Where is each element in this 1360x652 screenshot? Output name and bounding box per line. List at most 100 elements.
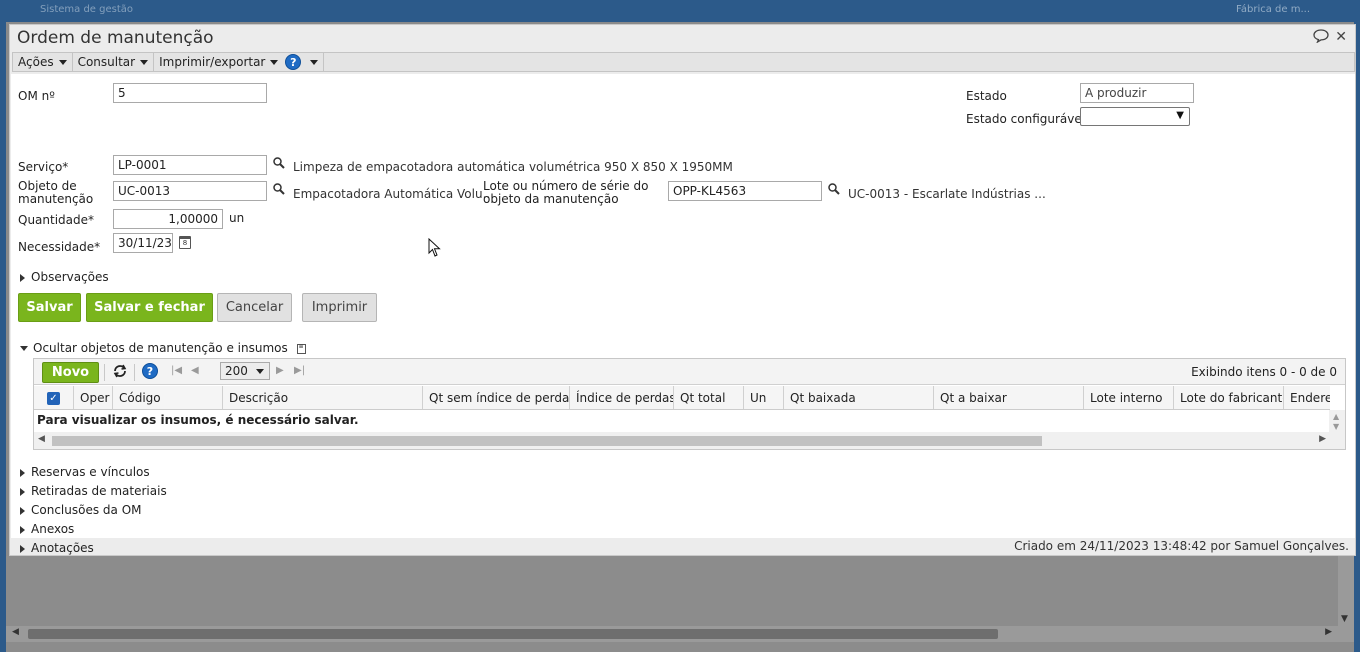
chevron-down-icon — [270, 59, 279, 65]
column-header[interactable]: Qt a baixar — [934, 386, 1084, 409]
previous-page-icon[interactable]: ◀ — [191, 365, 199, 376]
menu-actions[interactable]: Ações — [13, 53, 73, 71]
form-content: OM nº 5 Estado A produzir Estado configu… — [11, 74, 1355, 555]
scroll-down-arrow-icon[interactable]: ▼ — [1333, 422, 1339, 431]
column-header[interactable]: Oper — [74, 386, 113, 409]
select-all-column[interactable]: ✓ — [34, 386, 74, 409]
first-page-icon[interactable]: |◀ — [171, 365, 182, 376]
scroll-right-arrow-icon[interactable]: ▶ — [1325, 627, 1332, 637]
lot-serial-field[interactable]: OPP-KL4563 — [668, 181, 822, 201]
scroll-down-arrow-icon[interactable]: ▼ — [1341, 614, 1348, 624]
grid-toolbar: Novo ? |◀ ◀ 200 ▶ ▶| Exibindo itens 0 - … — [34, 359, 1345, 385]
object-label-line2: manutenção — [18, 192, 94, 206]
lot-label-line2: objeto da manutenção — [483, 192, 619, 206]
lot-serial-description: UC-0013 - Escarlate Indústrias ... — [848, 187, 1046, 201]
help-icon: ? — [285, 54, 302, 70]
help-icon[interactable]: ? — [142, 363, 158, 379]
hide-inputs-toggle[interactable]: Ocultar objetos de manutenção e insumos … — [20, 341, 306, 355]
status-field: A produzir — [1080, 83, 1194, 103]
expand-arrow-icon — [20, 487, 25, 496]
section-notes[interactable]: Anotações — [20, 541, 94, 555]
page-size-select[interactable]: 200 — [220, 362, 270, 380]
grid-vertical-scrollbar[interactable]: ▲ ▼ — [1329, 410, 1345, 449]
menu-consult[interactable]: Consultar — [73, 53, 155, 71]
section-attachments[interactable]: Anexos — [20, 522, 74, 536]
background-horizontal-scrollbar[interactable]: ◀ ▶ — [6, 626, 1354, 642]
chevron-down-icon — [256, 369, 264, 374]
column-header[interactable]: Endere — [1284, 386, 1330, 409]
column-header[interactable]: Un — [744, 386, 784, 409]
scroll-left-arrow-icon[interactable]: ◀ — [38, 434, 45, 444]
column-header[interactable]: Lote do fabricante — [1174, 386, 1284, 409]
chevron-down-icon — [310, 59, 319, 65]
status-label: Estado — [966, 89, 1007, 103]
items-count-text: Exibindo itens 0 - 0 de 0 — [1191, 365, 1337, 379]
background-app-right-text: Fábrica de m... — [1236, 4, 1310, 15]
expand-arrow-icon — [20, 273, 25, 282]
maintenance-object-description: Empacotadora Automática Volu... — [293, 187, 495, 201]
expand-arrow-icon — [20, 544, 25, 553]
column-header[interactable]: Índice de perdas — [570, 386, 674, 409]
need-date-field[interactable]: 30/11/23 — [113, 233, 173, 253]
select-all-checkbox[interactable]: ✓ — [47, 392, 60, 405]
column-header[interactable]: Qt sem índice de perdas — [423, 386, 570, 409]
list-icon[interactable]: ≡ — [296, 343, 306, 354]
expand-arrow-icon — [20, 506, 25, 515]
chevron-down-icon — [140, 59, 149, 65]
background-app-title: Sistema de gestão — [40, 4, 134, 15]
section-om-conclusions[interactable]: Conclusões da OM — [20, 503, 142, 517]
dialog-titlebar: Ordem de manutenção ✕ — [10, 25, 1355, 51]
scrollbar-thumb[interactable] — [52, 436, 1042, 446]
column-header[interactable]: Descrição — [223, 386, 423, 409]
menu-print-export[interactable]: Imprimir/exportar — [154, 53, 280, 71]
search-icon[interactable] — [828, 183, 840, 199]
column-header[interactable]: Código — [113, 386, 223, 409]
column-header[interactable]: Qt total — [674, 386, 744, 409]
need-date-label: Necessidade* — [18, 240, 101, 254]
search-icon[interactable] — [273, 157, 285, 173]
observations-toggle[interactable]: Observações — [20, 270, 109, 284]
expand-arrow-icon — [20, 525, 25, 534]
created-info: Criado em 24/11/2023 13:48:42 por Samuel… — [1014, 539, 1349, 553]
save-close-button[interactable]: Salvar e fechar — [86, 293, 213, 322]
quantity-field[interactable]: 1,00000 — [113, 209, 223, 229]
next-page-icon[interactable]: ▶ — [276, 365, 284, 376]
last-page-icon[interactable]: ▶| — [294, 365, 305, 376]
menu-help[interactable]: ? — [280, 53, 325, 71]
dialog-title: Ordem de manutenção — [17, 28, 214, 48]
background-vertical-scrollbar[interactable]: ▼ — [1338, 556, 1354, 628]
service-field[interactable]: LP-0001 — [113, 155, 267, 175]
grid-horizontal-scrollbar[interactable]: ◀ ▶ — [34, 432, 1330, 449]
toolbar-divider — [134, 364, 135, 381]
new-button[interactable]: Novo — [42, 362, 99, 383]
scroll-up-arrow-icon[interactable]: ▲ — [1333, 412, 1339, 421]
refresh-icon[interactable] — [112, 363, 128, 382]
expand-arrow-icon — [20, 468, 25, 477]
column-header[interactable]: Lote interno — [1084, 386, 1174, 409]
calendar-icon[interactable]: 8 — [179, 236, 191, 249]
search-icon[interactable] — [273, 183, 285, 199]
inputs-grid: Novo ? |◀ ◀ 200 ▶ ▶| Exibindo itens 0 - … — [33, 358, 1346, 450]
background-app-header: Sistema de gestão Fábrica de m... — [0, 0, 1360, 22]
cancel-button[interactable]: Cancelar — [217, 293, 292, 322]
comment-icon[interactable] — [1313, 29, 1329, 47]
configurable-status-label: Estado configurável — [966, 112, 1086, 126]
om-number-field[interactable]: 5 — [113, 83, 267, 103]
print-button[interactable]: Imprimir — [302, 293, 377, 322]
maintenance-object-field[interactable]: UC-0013 — [113, 181, 267, 201]
chevron-down-icon: ▼ — [1176, 110, 1184, 121]
section-material-withdrawals[interactable]: Retiradas de materiais — [20, 484, 167, 498]
toolbar-menu: Ações Consultar Imprimir/exportar ? — [12, 52, 1355, 72]
collapse-arrow-icon — [20, 346, 28, 351]
save-button[interactable]: Salvar — [18, 293, 81, 322]
scroll-left-arrow-icon[interactable]: ◀ — [12, 627, 19, 637]
scrollbar-thumb[interactable] — [28, 629, 998, 639]
quantity-label: Quantidade* — [18, 213, 95, 227]
configurable-status-select[interactable]: ▼ — [1080, 107, 1190, 126]
empty-grid-message: Para visualizar os insumos, é necessário… — [37, 413, 359, 427]
service-label: Serviço* — [18, 160, 69, 174]
section-reservations[interactable]: Reservas e vínculos — [20, 465, 150, 479]
close-icon[interactable]: ✕ — [1335, 29, 1347, 45]
column-header[interactable]: Qt baixada — [784, 386, 934, 409]
scroll-right-arrow-icon[interactable]: ▶ — [1319, 434, 1326, 444]
